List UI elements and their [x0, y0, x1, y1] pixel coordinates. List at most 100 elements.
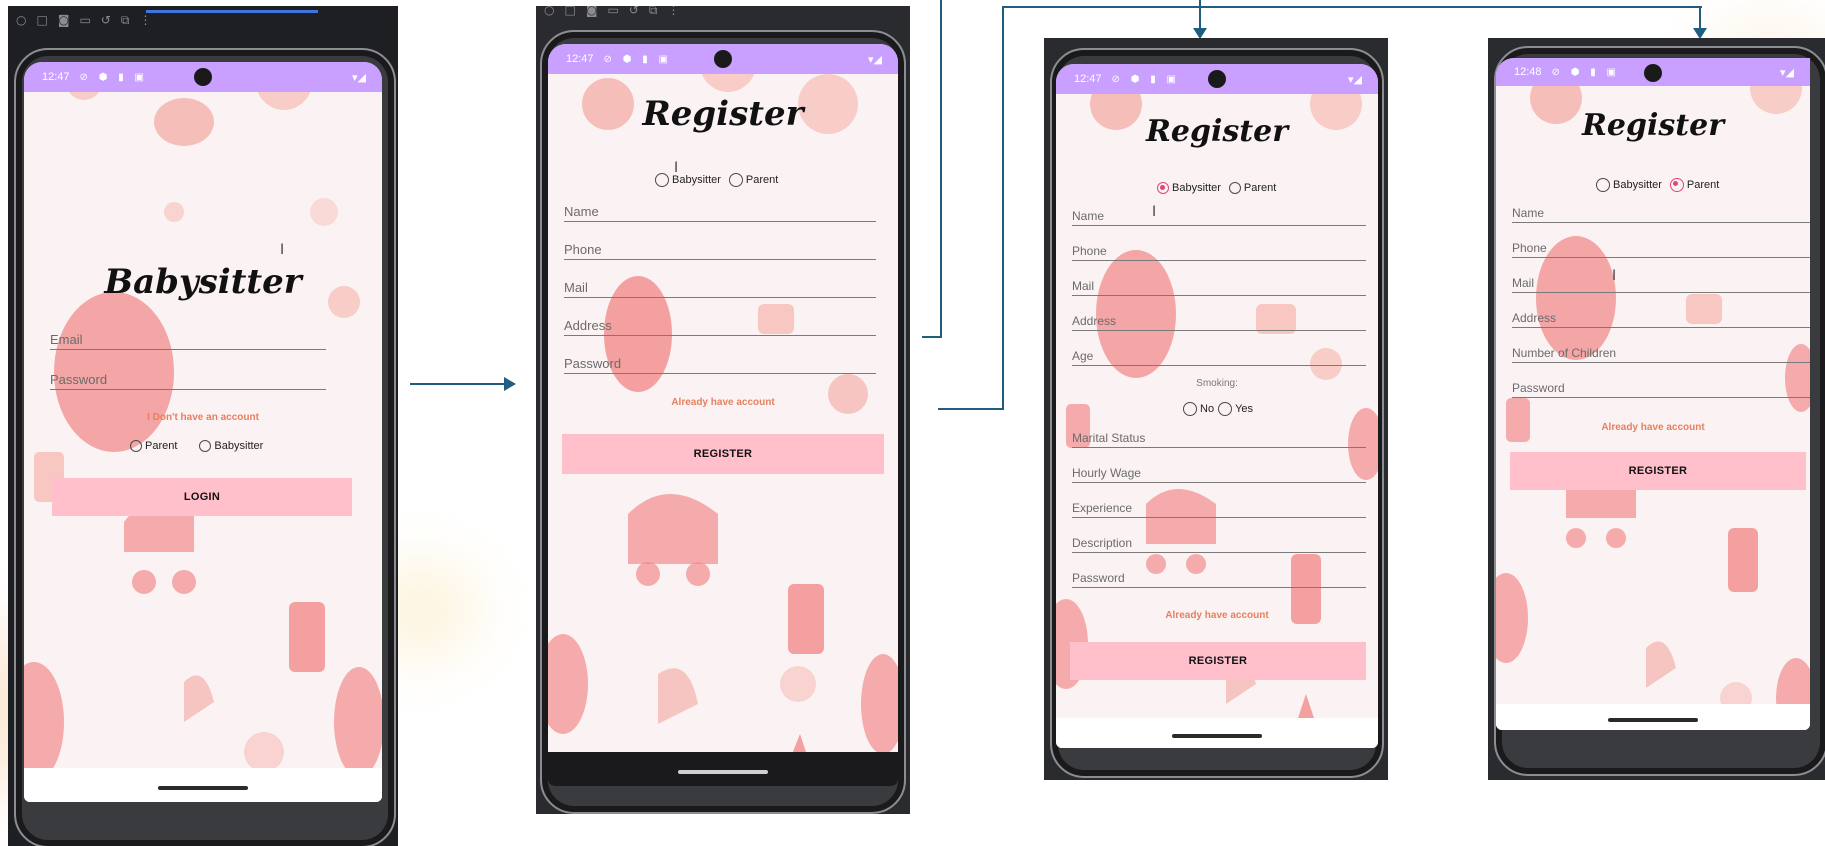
radio-circle[interactable] — [1218, 402, 1233, 416]
status-time: 12:47 — [42, 71, 70, 83]
already-have-account-link[interactable]: Already have account — [1056, 610, 1378, 621]
signal-icon: ▾◢ — [1780, 66, 1794, 79]
experience-field[interactable]: Experience — [1072, 501, 1366, 518]
radio-circle[interactable] — [655, 173, 669, 187]
status-bar: 12:47 ⊘ ⬢ ▮ ▣ ▾◢ — [1056, 64, 1378, 94]
already-have-account-link[interactable]: Already have account — [1496, 422, 1810, 433]
field-placeholder: Password — [1512, 381, 1565, 395]
text-cursor-icon: I — [280, 242, 285, 258]
camera-icon[interactable]: ◙ — [586, 6, 598, 17]
role-radio-group: Babysitter Parent — [1157, 182, 1284, 194]
power-icon[interactable]: ○ — [16, 13, 26, 27]
login-button[interactable]: LOGIN — [52, 478, 352, 516]
background-pattern — [24, 62, 382, 782]
status-time: 12:48 — [1514, 66, 1542, 78]
home-pill[interactable] — [1608, 718, 1698, 722]
radio-label: Parent — [745, 174, 779, 186]
home-pill[interactable] — [678, 770, 768, 774]
register-babysitter-screen: 12:47 ⊘ ⬢ ▮ ▣ ▾◢ Register Babysitter Par… — [1056, 64, 1378, 748]
smoking-yes-radio-option[interactable]: Yes — [1218, 402, 1253, 416]
password-placeholder: Password — [50, 372, 108, 387]
parent-radio-option[interactable]: Parent — [1669, 178, 1719, 192]
email-field[interactable]: Email — [50, 332, 326, 350]
video-icon[interactable]: ▭ — [79, 13, 90, 27]
radio-label: No — [1200, 403, 1215, 415]
address-field[interactable]: Address — [564, 318, 876, 336]
smoking-no-radio-option[interactable]: No — [1183, 402, 1214, 416]
text-cursor-icon: I — [674, 160, 679, 176]
square-icon[interactable]: □ — [564, 6, 575, 17]
name-field[interactable]: Name — [1512, 206, 1810, 223]
mail-field[interactable]: Mail — [1512, 276, 1810, 293]
password-field[interactable]: Password — [1512, 381, 1810, 398]
field-placeholder: Phone — [1512, 241, 1547, 255]
field-placeholder: Age — [1072, 349, 1094, 363]
power-icon[interactable]: ○ — [544, 6, 554, 17]
register-title: Register — [1581, 108, 1725, 143]
more-icon[interactable]: ⋮ — [667, 6, 679, 17]
rotate-icon[interactable]: ↺ — [629, 6, 639, 17]
rotate-icon[interactable]: ↺ — [101, 13, 111, 27]
age-field[interactable]: Age — [1072, 349, 1366, 366]
name-field[interactable]: Name — [564, 204, 876, 222]
password-field[interactable]: Password — [1072, 571, 1366, 588]
flow-arrow — [410, 383, 506, 385]
phone-field[interactable]: Phone — [564, 242, 876, 260]
babysitter-radio-option[interactable]: Babysitter — [1157, 182, 1221, 194]
radio-circle[interactable] — [1183, 402, 1197, 416]
babysitter-radio-option[interactable]: Babysitter — [655, 173, 721, 187]
more-icon[interactable]: ⋮ — [139, 13, 151, 27]
mail-field[interactable]: Mail — [564, 280, 876, 298]
camera-icon[interactable]: ◙ — [58, 13, 70, 27]
radio-circle[interactable] — [728, 173, 743, 187]
video-icon[interactable]: ▭ — [607, 6, 618, 17]
no-account-link[interactable]: I Don't have an account — [24, 412, 382, 423]
login-screen: 12:47 ⊘ ⬢ ▮ ▣ ▾◢ Babysitter Email Passwo… — [24, 62, 382, 802]
parent-radio-option[interactable]: Parent — [130, 440, 177, 452]
flow-arrow — [1199, 0, 1201, 30]
status-bar: 12:47 ⊘ ⬢ ▮ ▣ ▾◢ — [548, 44, 898, 74]
radio-circle[interactable] — [130, 440, 142, 452]
number-of-children-field[interactable]: Number of Children — [1512, 346, 1810, 363]
marital-status-field[interactable]: Marital Status — [1072, 431, 1366, 448]
resize-icon[interactable]: ⧉ — [121, 13, 130, 28]
register-screen: 12:47 ⊘ ⬢ ▮ ▣ ▾◢ Register Babysitter Par… — [548, 44, 898, 786]
signal-icon: ▾◢ — [868, 53, 882, 66]
description-field[interactable]: Description — [1072, 536, 1366, 553]
babysitter-radio-option[interactable]: Babysitter — [199, 440, 263, 452]
radio-label: Babysitter — [1613, 179, 1662, 191]
signal-icon: ▾◢ — [1348, 73, 1362, 86]
emulator-toolbar: ○ □ ◙ ▭ ↺ ⧉ ⋮ — [8, 6, 398, 34]
hourly-wage-field[interactable]: Hourly Wage — [1072, 466, 1366, 483]
parent-radio-option[interactable]: Parent — [1228, 182, 1276, 194]
radio-circle-checked[interactable] — [1157, 182, 1169, 194]
password-field[interactable]: Password — [564, 356, 876, 374]
babysitter-radio-option[interactable]: Babysitter — [1596, 178, 1662, 192]
radio-circle-checked[interactable] — [1669, 178, 1684, 192]
radio-circle[interactable] — [1596, 178, 1610, 192]
radio-circle[interactable] — [1228, 182, 1241, 194]
field-placeholder: Hourly Wage — [1072, 466, 1141, 480]
radio-circle[interactable] — [199, 440, 212, 452]
register-button[interactable]: REGISTER — [1510, 452, 1806, 490]
parent-radio-option[interactable]: Parent — [728, 173, 779, 187]
field-placeholder: Address — [1072, 314, 1117, 328]
register-button[interactable]: REGISTER — [562, 434, 884, 474]
address-field[interactable]: Address — [1072, 314, 1366, 331]
home-pill[interactable] — [1172, 734, 1262, 738]
register-button[interactable]: REGISTER — [1070, 642, 1366, 680]
name-field[interactable]: Name — [1072, 209, 1366, 226]
address-field[interactable]: Address — [1512, 311, 1810, 328]
phone-field[interactable]: Phone — [1072, 244, 1366, 261]
password-field[interactable]: Password — [50, 372, 326, 390]
phone-field[interactable]: Phone — [1512, 241, 1810, 258]
flow-arrow — [938, 408, 1004, 410]
already-have-account-link[interactable]: Already have account — [548, 397, 898, 408]
status-icons: ⊘ ⬢ ▮ ▣ — [603, 53, 672, 65]
status-bar: 12:47 ⊘ ⬢ ▮ ▣ ▾◢ — [24, 62, 382, 92]
resize-icon[interactable]: ⧉ — [649, 6, 658, 18]
field-placeholder: Mail — [1512, 276, 1535, 290]
mail-field[interactable]: Mail — [1072, 279, 1366, 296]
square-icon[interactable]: □ — [36, 13, 47, 27]
home-pill[interactable] — [158, 786, 248, 790]
